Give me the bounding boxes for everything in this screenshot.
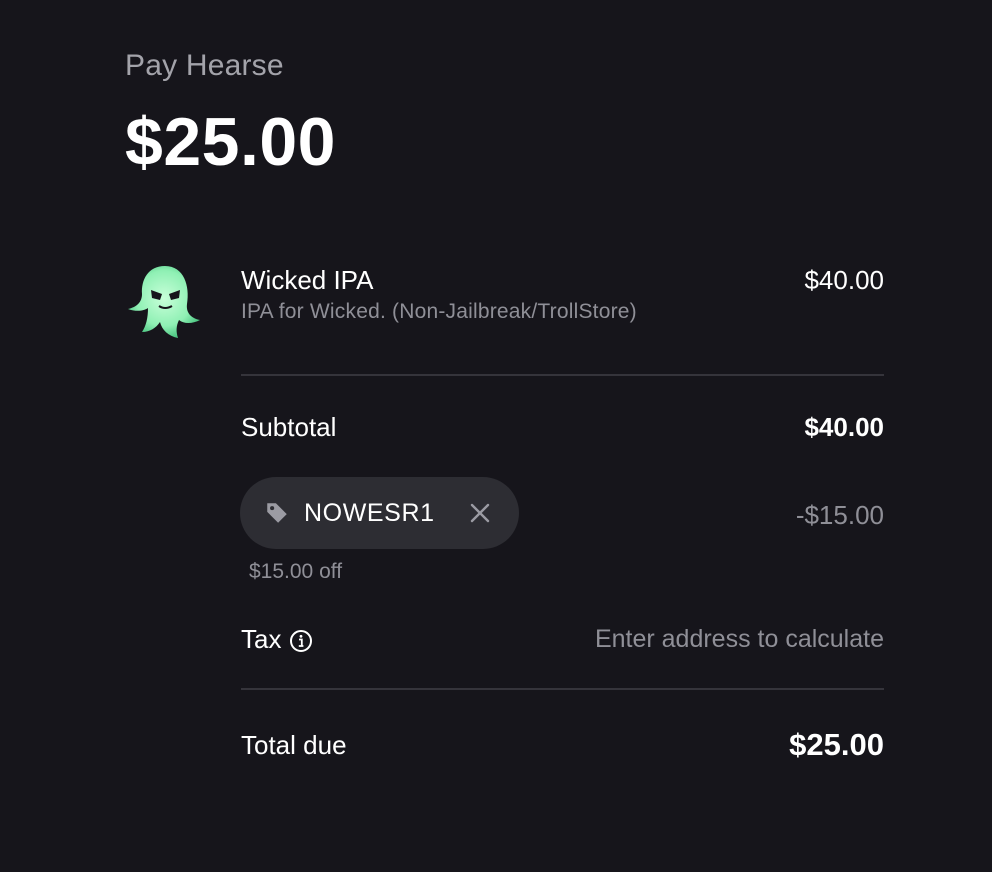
tax-row: Tax Enter address to calculate [241, 622, 884, 656]
subtotal-row: Subtotal $40.00 [241, 410, 884, 444]
product-name: Wicked IPA [241, 265, 374, 295]
tax-label: Tax [241, 624, 282, 654]
merchant-label: Pay Hearse [125, 49, 284, 82]
divider [241, 374, 884, 376]
subtotal-label: Subtotal [241, 412, 337, 442]
subtotal-value: $40.00 [804, 412, 884, 442]
ghost-icon [124, 260, 206, 342]
product-price: $40.00 [804, 265, 884, 295]
tax-value: Enter address to calculate [594, 625, 884, 653]
info-icon[interactable] [289, 627, 313, 652]
close-icon[interactable] [469, 502, 491, 524]
promo-code: NOWESR1 [304, 498, 435, 527]
tax-label-group: Tax [241, 622, 313, 656]
amount-due: $25.00 [125, 104, 336, 180]
line-item: Wicked IPA IPA for Wicked. (Non-Jailbrea… [241, 264, 884, 326]
total-label: Total due [241, 730, 347, 760]
divider [241, 688, 884, 690]
total-row: Total due $25.00 [241, 726, 884, 764]
discount-amount: -$15.00 [795, 500, 884, 530]
total-value: $25.00 [789, 727, 884, 762]
tag-icon [264, 500, 290, 526]
checkout-header: Pay Hearse $25.00 [125, 48, 336, 180]
product-description: IPA for Wicked. (Non-Jailbreak/TrollStor… [241, 300, 637, 323]
promo-code-chip: NOWESR1 [240, 477, 519, 549]
discount-note: $15.00 off [249, 560, 343, 583]
